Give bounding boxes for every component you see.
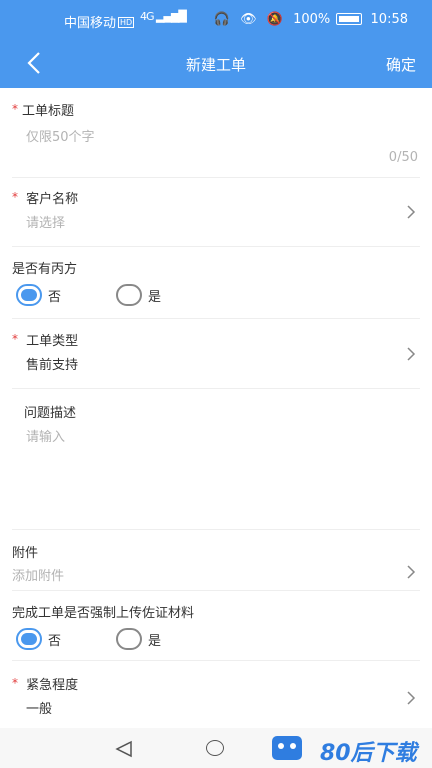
radio-yes-label: 是 bbox=[148, 634, 162, 649]
radio-no-label: 否 bbox=[48, 290, 62, 305]
urgency-field[interactable]: * 紧急程度 一般 bbox=[0, 660, 432, 728]
ticket-type-field[interactable]: * 工单类型 售前支持 bbox=[0, 318, 432, 389]
clock: 10:58 bbox=[370, 12, 408, 27]
third-party-field: 是否有丙方 否 是 bbox=[0, 246, 432, 319]
chevron-right-icon[interactable] bbox=[406, 564, 416, 580]
mute-bell-icon: 🔕 bbox=[266, 12, 283, 27]
watermark-logo: 80后下载 bbox=[270, 732, 432, 766]
radio-yes[interactable] bbox=[116, 284, 142, 306]
headphones-icon: 🎧 bbox=[213, 12, 230, 27]
confirm-button[interactable]: 确定 bbox=[386, 54, 416, 75]
status-bar: 中国移动 HD 4G ▂▄▆█ 🎧 👁 🔕 100% 10:58 bbox=[0, 0, 432, 40]
chevron-right-icon[interactable] bbox=[406, 690, 416, 706]
chevron-right-icon[interactable] bbox=[406, 204, 416, 220]
watermark-text: 80后下载 bbox=[320, 741, 417, 766]
description-field[interactable]: 问题描述 请输入 bbox=[0, 388, 432, 530]
customer-field[interactable]: * 客户名称 请选择 bbox=[0, 178, 432, 247]
app-bar: 新建工单 确定 bbox=[0, 40, 432, 88]
third-party-label: 是否有丙方 bbox=[12, 262, 78, 277]
radio-no[interactable] bbox=[16, 628, 42, 650]
hd-badge: HD bbox=[118, 17, 135, 28]
required-mark: * bbox=[12, 102, 18, 116]
description-input[interactable]: 请输入 bbox=[26, 426, 65, 445]
customer-label: * 客户名称 bbox=[12, 190, 79, 207]
nav-back-icon[interactable] bbox=[114, 740, 134, 758]
ticket-title-input[interactable]: 仅限50个字 bbox=[26, 126, 95, 145]
radio-yes-label: 是 bbox=[148, 290, 162, 305]
char-counter: 0/50 bbox=[388, 150, 418, 165]
urgency-value[interactable]: 一般 bbox=[26, 698, 52, 717]
nav-home-icon[interactable] bbox=[206, 740, 224, 756]
ticket-type-value[interactable]: 售前支持 bbox=[26, 354, 78, 373]
battery-percent: 100% bbox=[293, 12, 331, 27]
attachment-label: 附件 bbox=[12, 546, 39, 561]
attachment-field[interactable]: 附件 添加附件 bbox=[0, 530, 432, 591]
carrier-name: 中国移动 HD bbox=[64, 16, 135, 31]
radio-no-label: 否 bbox=[48, 634, 62, 649]
page-title: 新建工单 bbox=[185, 56, 246, 74]
force-upload-field: 完成工单是否强制上传佐证材料 否 是 bbox=[0, 590, 432, 661]
signal-icon: 4G ▂▄▆█ bbox=[140, 10, 187, 23]
watermark-icon bbox=[272, 736, 302, 760]
customer-select[interactable]: 请选择 bbox=[26, 212, 65, 231]
status-right: 🎧 👁 🔕 100% 10:58 bbox=[214, 12, 408, 27]
urgency-label: * 紧急程度 bbox=[12, 676, 79, 693]
ticket-title-field[interactable]: * 工单标题 仅限50个字 0/50 bbox=[0, 88, 432, 178]
description-label: 问题描述 bbox=[24, 406, 77, 421]
add-attachment-link[interactable]: 添加附件 bbox=[12, 565, 64, 584]
radio-yes[interactable] bbox=[116, 628, 142, 650]
force-upload-label: 完成工单是否强制上传佐证材料 bbox=[12, 606, 195, 621]
ticket-type-label: * 工单类型 bbox=[12, 332, 79, 349]
radio-no[interactable] bbox=[16, 284, 42, 306]
chevron-right-icon[interactable] bbox=[406, 346, 416, 362]
ticket-title-label: * 工单标题 bbox=[12, 102, 75, 119]
eye-icon: 👁 bbox=[240, 12, 257, 27]
battery-icon bbox=[336, 13, 363, 25]
